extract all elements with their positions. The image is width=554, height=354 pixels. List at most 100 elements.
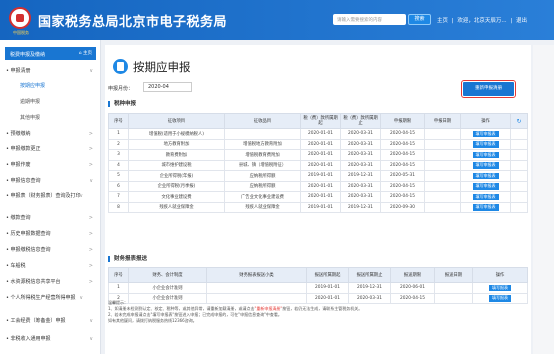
logout-link[interactable]: 退出 <box>516 18 527 24</box>
table-cell: 2020-01-01 <box>300 159 341 171</box>
table-cell: 2020-04-15 <box>380 149 425 161</box>
sidebar-item-statement-query[interactable]: • 申报表（财务报表）查询及打印 ∨ <box>6 193 86 199</box>
table-cell: 2020-01-01 <box>300 191 341 203</box>
sidebar-item-declaration-list[interactable]: • 申报清册 ∨ <box>6 68 96 74</box>
table-cell: 增值税地方教育附加 <box>224 138 301 150</box>
table-cell <box>434 282 473 294</box>
table-cell: 5 <box>108 170 129 182</box>
table-cell: 教育费附加 <box>128 149 225 161</box>
table-cell: 文化事业建设费 <box>128 191 225 203</box>
table-cell: 7 <box>108 191 129 203</box>
action-cell: 填写申报表 <box>460 159 511 171</box>
table-cell <box>224 128 301 140</box>
sidebar-header-label: 税费申报及缴纳 <box>10 52 46 58</box>
chevron-down-icon: ∨ <box>89 318 93 324</box>
table-cell: 3 <box>108 149 129 161</box>
column-header: 税（费）款所属期止 <box>340 113 381 129</box>
table-cell: 城市维护建设税 <box>128 159 225 171</box>
empty-cell <box>510 149 528 161</box>
sidebar-item-other-declaration[interactable]: 其他申报 <box>20 115 96 121</box>
column-header: 税（费）款所属期起 <box>300 113 341 129</box>
table-cell: 2019-12-31 <box>340 201 381 213</box>
action-cell: 填写申报表 <box>460 170 511 182</box>
chevron-right-icon: > <box>88 231 93 237</box>
reload-declaration-list-button[interactable]: 重新申报清册 <box>461 80 516 98</box>
column-header: 操作 <box>472 267 528 283</box>
sidebar-item-tax-info-query[interactable]: • 申报缴税信息查询 > <box>6 247 96 253</box>
fill-statement-button[interactable]: 填写报表 <box>489 284 511 291</box>
sidebar-item-correction[interactable]: • 申报缴款更正 > <box>6 146 96 152</box>
empty-cell <box>510 170 528 182</box>
fill-declaration-button[interactable]: 填写申报表 <box>472 193 499 200</box>
chevron-down-icon: ∨ <box>89 178 93 184</box>
sidebar-home-link[interactable]: ⌂ 主页 <box>79 50 92 56</box>
tax-section-title: 税种申报 <box>108 101 136 107</box>
table-row: 2 地方教育附加 增值税地方教育附加 2020-01-01 2020-03-31 2020… <box>108 138 528 150</box>
fill-declaration-button[interactable]: 填写申报表 <box>472 162 499 169</box>
table-cell: 8 <box>108 201 129 213</box>
refresh-icon[interactable]: ↻ <box>510 113 528 129</box>
sidebar-item-non-tax-income[interactable]: • 非税收入通用申报 ∨ <box>6 336 96 342</box>
sidebar-item-prepayment[interactable]: • 预缴缴纳 > <box>6 131 96 137</box>
table-cell: 2020-03-31 <box>340 128 381 140</box>
table-cell: 2019-01-01 <box>300 170 341 182</box>
table-cell: 企业所得税(年报) <box>128 170 225 182</box>
table-cell: 残疾人就业保障金 <box>224 201 301 213</box>
table-cell <box>424 170 461 182</box>
table-cell: 2020-03-31 <box>340 138 381 150</box>
tips-highlight: "重新申报清册" <box>254 306 283 311</box>
main-panel: 按期应申报 重新申报清册 申报月份： 2020-04 税种申报 序号 征收项目 征收… <box>105 45 531 354</box>
fill-declaration-button[interactable]: 填写申报表 <box>472 204 499 211</box>
table-cell: 增值税教育费附加 <box>224 149 301 161</box>
table-cell <box>424 159 461 171</box>
sidebar-item-union-fee[interactable]: • 工会经费（筹备金）申报 ∨ <box>6 318 96 324</box>
action-cell: 填写申报表 <box>460 180 511 192</box>
column-header: 操作 <box>460 113 511 129</box>
sidebar-item-payment-query[interactable]: • 缴款查询 > <box>6 215 96 221</box>
table-cell <box>206 282 307 294</box>
chevron-right-icon: > <box>88 215 93 221</box>
financial-section-title: 财务报表报送 <box>108 256 147 262</box>
sidebar-item-history-query[interactable]: • 历史申报数据查询 > <box>6 231 96 237</box>
sidebar-header[interactable]: 税费申报及缴纳 ⌂ 主页 <box>5 47 96 60</box>
search-input[interactable]: 请输入需要搜索的内容 <box>333 14 406 25</box>
column-header: 报送日期 <box>434 267 473 283</box>
home-link[interactable]: 主页 <box>437 18 448 24</box>
table-cell: 2020-01-01 <box>300 138 341 150</box>
search-button[interactable]: 搜索 <box>408 14 431 25</box>
sidebar-item-void[interactable]: • 申报作废 > <box>6 162 96 168</box>
sidebar-item-scheduled-declaration[interactable]: 按期应申报 <box>20 83 96 89</box>
user-greeting[interactable]: 欢迎，北京天辰万... <box>457 18 506 24</box>
chevron-right-icon: > <box>88 146 93 152</box>
fill-declaration-button[interactable]: 填写申报表 <box>472 172 499 179</box>
site-title: 国家税务总局北京市电子税务局 <box>38 15 228 30</box>
empty-cell <box>510 201 528 213</box>
empty-cell <box>510 191 528 203</box>
sidebar-item-personal-income-tax[interactable]: • 个人所得税生产经营所得申报 ∨ <box>6 295 86 301</box>
action-cell: 填写申报表 <box>460 201 511 213</box>
period-input[interactable]: 2020-04 <box>143 82 192 92</box>
column-header: 申报期限 <box>380 113 425 129</box>
chevron-down-icon: ∨ <box>79 193 83 199</box>
sidebar-item-info-query[interactable]: • 申报信息查询 ∨ <box>6 178 96 184</box>
empty-cell <box>510 138 528 150</box>
fill-declaration-button[interactable]: 填写申报表 <box>472 130 499 137</box>
sidebar-item-vehicle-tax[interactable]: • 车船税 > <box>6 263 96 269</box>
fill-declaration-button[interactable]: 填写申报表 <box>472 141 499 148</box>
sidebar-item-overdue-declaration[interactable]: 逾期申报 <box>20 99 96 105</box>
table-cell: 广告业文化事业建设费 <box>224 191 301 203</box>
empty-cell <box>510 128 528 140</box>
column-header: 财务、会计制度 <box>128 267 207 283</box>
top-header: 中国税务 国家税务总局北京市电子税务局 请输入需要搜索的内容 搜索 主页 | 欢… <box>0 0 554 40</box>
table-cell: 2020-03-31 <box>340 149 381 161</box>
logo-caption: 中国税务 <box>13 30 29 35</box>
table-row: 8 残疾人就业保障金 残疾人就业保障金 2019-01-01 2019-12-31 202… <box>108 201 528 213</box>
action-cell: 填写申报表 <box>460 149 511 161</box>
fill-declaration-button[interactable]: 填写申报表 <box>472 183 499 190</box>
table-cell <box>424 201 461 213</box>
table-row: 5 企业所得税(年报) 应纳税所得额 2019-01-01 2019-12-31 2020… <box>108 170 528 182</box>
fill-declaration-button[interactable]: 填写申报表 <box>472 151 499 158</box>
table-row: 6 企业所得税(月季报) 应纳税所得额 2020-01-01 2020-03-31 202… <box>108 180 528 192</box>
table-cell: 2019-01-01 <box>300 201 341 213</box>
sidebar-item-water-tax[interactable]: • 水资源税信息共享平台 > <box>6 279 96 285</box>
